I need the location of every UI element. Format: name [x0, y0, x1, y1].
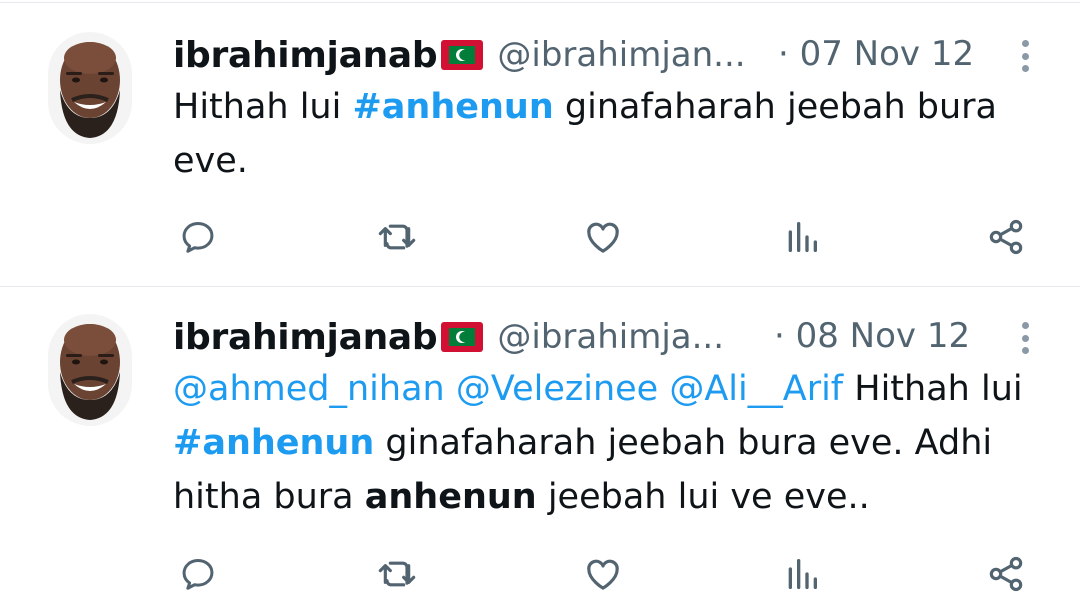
more-options-icon[interactable]: [1016, 36, 1034, 76]
reply-icon[interactable]: [175, 214, 221, 260]
author-handle[interactable]: @ibrahimjan...: [497, 35, 745, 75]
more-options-icon[interactable]: [1016, 318, 1034, 358]
maldives-flag-icon: [441, 40, 484, 70]
tweet-divider: [0, 286, 1080, 287]
hashtag-link[interactable]: #anhenun: [352, 87, 553, 127]
tweet-date[interactable]: · 07 Nov 12: [778, 34, 974, 74]
avatar[interactable]: [48, 314, 132, 426]
tweet-text: Hithah lui #anhenun ginafaharah jeebah b…: [173, 80, 1053, 188]
views-icon[interactable]: [779, 551, 825, 597]
retweet-icon[interactable]: [374, 551, 420, 597]
like-icon[interactable]: [580, 551, 626, 597]
action-bar: [0, 551, 1080, 597]
share-icon[interactable]: [983, 214, 1029, 260]
avatar-image: [48, 314, 132, 426]
reply-icon[interactable]: [175, 551, 221, 597]
like-icon[interactable]: [580, 214, 626, 260]
tweet-header: ibrahimjanab @ibrahimjan...: [173, 30, 746, 80]
mention-link[interactable]: @Ali__Arif: [669, 369, 843, 409]
highlighted-word: anhenun: [364, 477, 537, 517]
hashtag-link[interactable]: #anhenun: [173, 423, 374, 463]
author-handle[interactable]: @ibrahimja...: [497, 317, 724, 357]
mention-link[interactable]: @Velezinee: [456, 369, 658, 409]
action-bar: [0, 214, 1080, 260]
author-name[interactable]: ibrahimjanab: [173, 317, 438, 358]
tweet-text: @ahmed_nihan @Velezinee @Ali__Arif Hitha…: [173, 362, 1053, 524]
avatar-image: [48, 32, 132, 144]
tweet-date[interactable]: · 08 Nov 12: [774, 316, 970, 356]
author-name[interactable]: ibrahimjanab: [173, 35, 438, 76]
text-segment: Hithah lui: [843, 369, 1023, 409]
top-divider: [0, 2, 1080, 3]
mention-link[interactable]: @ahmed_nihan: [173, 369, 445, 409]
text-segment: jeebah lui ve eve..: [536, 477, 870, 517]
views-icon[interactable]: [779, 214, 825, 260]
text-segment: Hithah lui: [173, 87, 353, 127]
share-icon[interactable]: [983, 551, 1029, 597]
avatar[interactable]: [48, 32, 132, 144]
maldives-flag-icon: [441, 322, 484, 352]
tweet-header: ibrahimjanab @ibrahimja...: [173, 312, 724, 362]
retweet-icon[interactable]: [374, 214, 420, 260]
